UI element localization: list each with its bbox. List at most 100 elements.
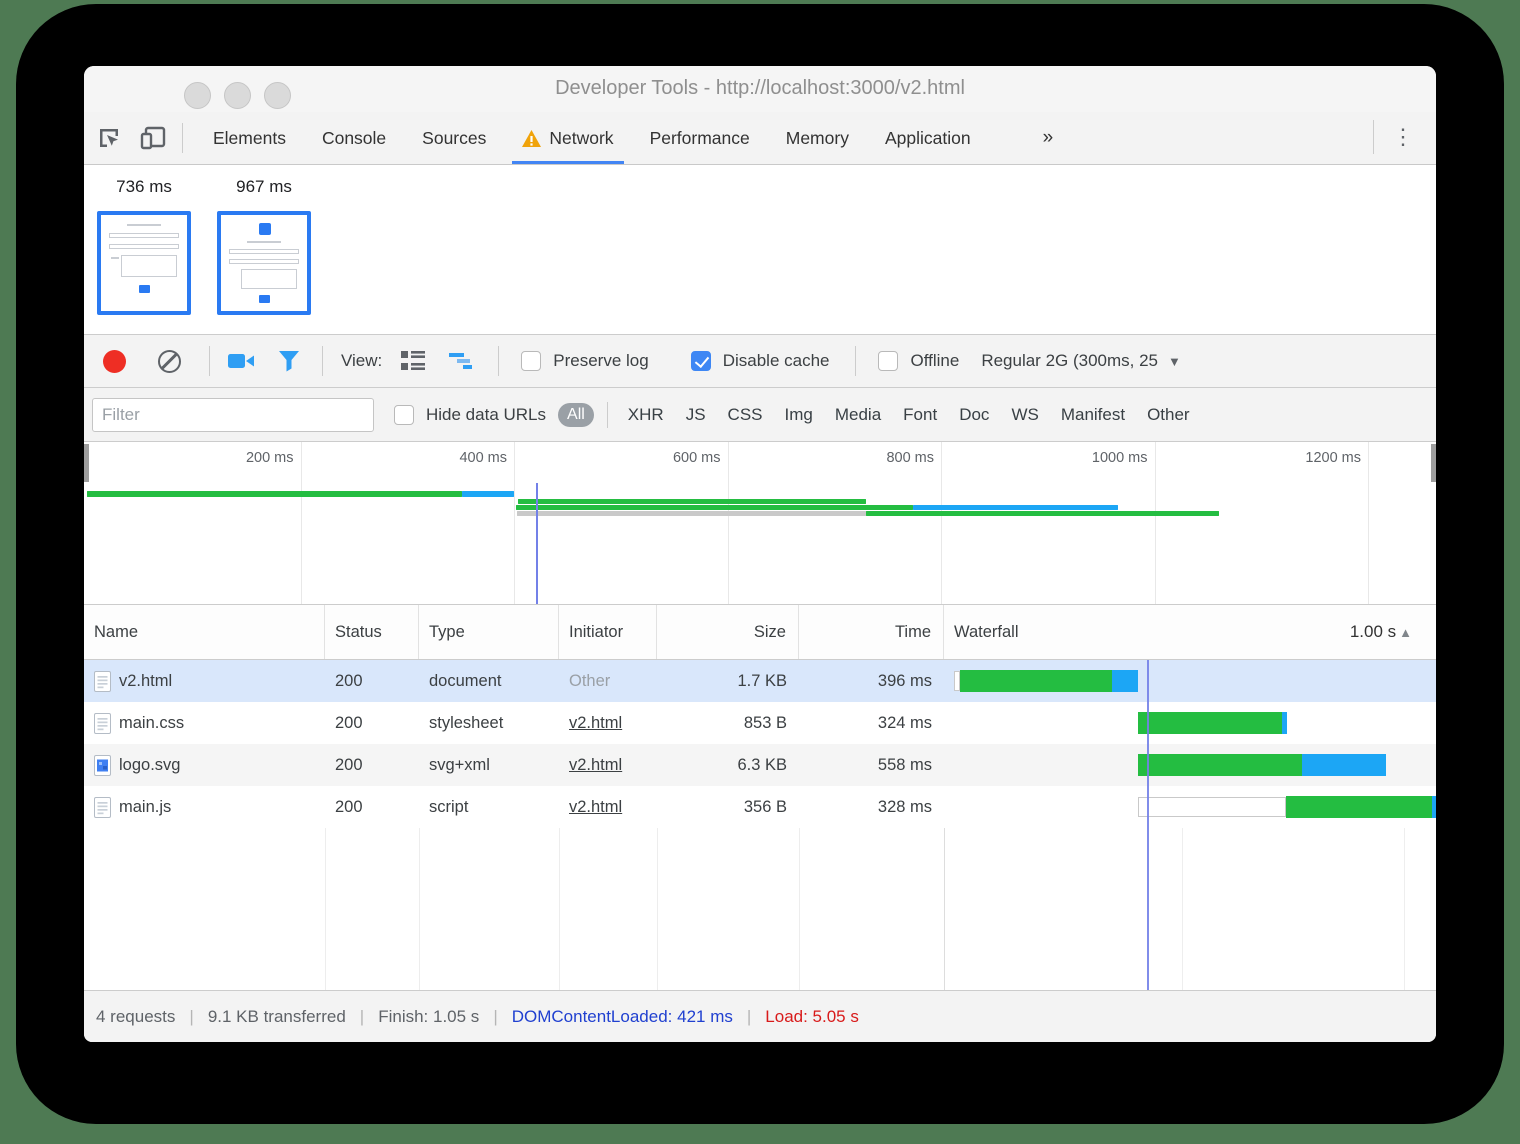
overview-tick-label: 400 ms [417,450,507,466]
cell-status: 200 [325,786,419,828]
cell-type: stylesheet [419,702,559,744]
overview-gridline [301,442,302,604]
column-header-waterfall[interactable]: Waterfall1.00 s▲ [944,605,1436,659]
filter-type-other[interactable]: Other [1147,405,1190,425]
column-header-label: Type [429,623,465,642]
filter-type-css[interactable]: CSS [728,405,763,425]
tab-sources[interactable]: Sources [422,112,486,164]
table-row-main.js[interactable]: main.js200scriptv2.html356 B328 ms [84,786,1436,828]
tab-label: Performance [650,128,750,149]
filmstrip-thumbnail-2[interactable] [217,211,311,315]
sort-triangle-icon: ▲ [1399,625,1412,640]
throttling-select[interactable]: Regular 2G (300ms, 25 [981,351,1158,371]
cell-status: 200 [325,744,419,786]
cell-name: main.css [84,702,325,744]
filmstrip-panel: 736 ms 967 ms [84,165,1436,335]
more-tabs-chevron[interactable]: » [1043,127,1054,149]
divider [855,346,856,376]
use-large-request-rows-icon[interactable] [396,344,430,378]
show-overview-icon[interactable] [446,344,480,378]
column-header-name[interactable]: Name [84,605,325,659]
filter-type-manifest[interactable]: Manifest [1061,405,1125,425]
status-item: DOMContentLoaded: 421 ms [498,1007,747,1027]
tab-console[interactable]: Console [322,112,386,164]
overview-request-bar [913,505,1118,510]
cell-size: 6.3 KB [657,744,799,786]
table-row-v2.html[interactable]: v2.html200documentOther1.7 KB396 ms [84,660,1436,702]
divider [1373,120,1374,154]
request-name: logo.svg [119,756,180,775]
frame-time-label: 967 ms [217,177,311,197]
overview-request-bar [462,491,514,497]
column-header-label: Initiator [569,623,623,642]
filter-type-doc[interactable]: Doc [959,405,989,425]
initiator-link[interactable]: v2.html [569,756,622,775]
offline-checkbox[interactable] [878,351,898,371]
table-row-logo.svg[interactable]: logo.svg200svg+xmlv2.html6.3 KB558 ms [84,744,1436,786]
filter-type-font[interactable]: Font [903,405,937,425]
filter-type-xhr[interactable]: XHR [628,405,664,425]
column-header-type[interactable]: Type [419,605,559,659]
overview-request-bar [87,491,462,497]
filmstrip-thumbnail-1[interactable] [97,211,191,315]
preserve-log-checkbox[interactable] [521,351,541,371]
toggle-device-toolbar-icon[interactable] [136,121,170,155]
column-header-initiator[interactable]: Initiator [559,605,657,659]
waterfall-scale-label: 1.00 s▲ [1350,605,1412,659]
tab-network[interactable]: Network [522,112,613,164]
hide-data-urls-checkbox[interactable] [394,405,414,425]
tab-elements[interactable]: Elements [213,112,286,164]
cell-name: logo.svg [84,744,325,786]
status-item: 4 requests [84,1007,189,1027]
column-header-status[interactable]: Status [325,605,419,659]
initiator-link[interactable]: v2.html [569,798,622,817]
tab-label: Network [549,128,613,149]
cell-initiator: v2.html [559,702,657,744]
tab-label: Elements [213,128,286,149]
network-toolbar: View: Preserve log Disable cache O [84,335,1436,388]
devtools-window: Developer Tools - http://localhost:3000/… [84,66,1436,1042]
divider [322,346,323,376]
overview-gridline [728,442,729,604]
network-overview-strip[interactable]: 200 ms400 ms600 ms800 ms1000 ms1200 ms [84,442,1436,605]
tab-performance[interactable]: Performance [650,112,750,164]
column-header-label: Name [94,623,138,642]
capture-screenshots-icon[interactable] [224,344,258,378]
status-item: 9.1 KB transferred [194,1007,360,1027]
chevron-down-icon: ▼ [1168,354,1181,369]
tab-label: Application [885,128,971,149]
column-header-label: Time [895,623,931,642]
waterfall-bar-blue [1282,712,1287,734]
overview-right-handle[interactable] [1431,444,1436,482]
overview-left-handle[interactable] [84,444,89,482]
clear-network-log-button[interactable] [158,350,181,373]
request-name: main.js [119,798,171,817]
table-row-main.css[interactable]: main.css200stylesheetv2.html853 B324 ms [84,702,1436,744]
cell-status: 200 [325,702,419,744]
tab-memory[interactable]: Memory [786,112,849,164]
filter-type-ws[interactable]: WS [1011,405,1038,425]
warning-icon [522,130,541,147]
initiator-link[interactable]: v2.html [569,714,622,733]
filter-type-media[interactable]: Media [835,405,881,425]
filter-icon[interactable] [272,344,306,378]
column-header-size[interactable]: Size [657,605,799,659]
status-item: Load: 5.05 s [751,1007,873,1027]
filter-type-img[interactable]: Img [785,405,813,425]
overview-request-bar [516,505,913,510]
tab-application[interactable]: Application [885,112,971,164]
more-options-icon[interactable]: ⋮ [1392,124,1414,150]
record-network-log-button[interactable] [103,350,126,373]
disable-cache-checkbox[interactable] [691,351,711,371]
overview-tick-label: 800 ms [844,450,934,466]
filter-type-js[interactable]: JS [686,405,706,425]
waterfall-scale-text: 1.00 s [1350,622,1396,642]
filter-type-all[interactable]: All [558,403,594,427]
column-header-time[interactable]: Time [799,605,944,659]
filter-input[interactable] [92,398,374,432]
inspect-element-icon[interactable] [92,121,126,155]
request-name: main.css [119,714,184,733]
column-header-label: Size [754,623,786,642]
cell-name: main.js [84,786,325,828]
cell-initiator: v2.html [559,786,657,828]
